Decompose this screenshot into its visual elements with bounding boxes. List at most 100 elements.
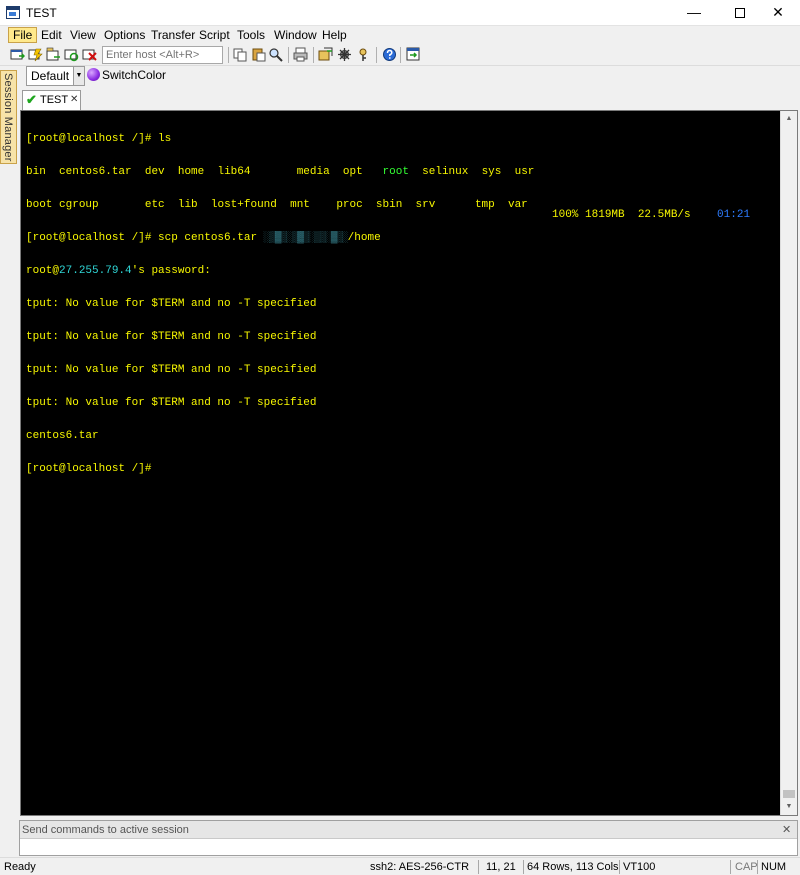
- status-size: 64 Rows, 113 Cols: [527, 861, 619, 873]
- ls-entry: opt: [342, 166, 363, 178]
- ls-entry: tmp: [474, 199, 495, 211]
- transfer-percent: 100%: [552, 209, 579, 221]
- command-text: /home: [347, 232, 381, 244]
- terminal-line: root@27.255.79.4's password:: [26, 266, 534, 277]
- chevron-down-icon[interactable]: ▼: [73, 66, 85, 86]
- terminal-scrollbar[interactable]: ▲ ▼: [780, 111, 797, 815]
- button-bar-select[interactable]: Default: [26, 66, 74, 86]
- ls-entry: sys: [481, 166, 502, 178]
- ls-entry: centos6.tar: [59, 166, 132, 178]
- shell-prompt: [root@localhost /]#: [26, 133, 152, 145]
- scroll-up-arrow-icon[interactable]: ▲: [781, 111, 797, 127]
- connect-in-tab-icon[interactable]: [46, 47, 61, 62]
- status-emulation: VT100: [623, 861, 656, 873]
- status-cap: CAP: [735, 861, 758, 873]
- enter-host-input[interactable]: [102, 46, 223, 64]
- tput-warning: tput: No value for $TERM and no -T speci…: [26, 298, 317, 310]
- minimize-button[interactable]: —: [672, 0, 716, 26]
- menu-transfer[interactable]: Transfer: [147, 27, 199, 43]
- menu-window[interactable]: Window: [270, 27, 321, 43]
- session-options-icon[interactable]: [318, 47, 333, 62]
- title-bar: TEST — ✕: [0, 0, 800, 26]
- menu-script[interactable]: Script: [195, 27, 234, 43]
- paste-icon[interactable]: [251, 47, 266, 62]
- status-cursor: 11, 21: [486, 861, 516, 873]
- command-text: ls: [151, 133, 172, 145]
- transfer-size: 1819MB: [585, 209, 625, 221]
- ls-entry: dev: [144, 166, 165, 178]
- find-icon[interactable]: [268, 47, 283, 62]
- toolbar-separator: [376, 47, 377, 63]
- terminal-line: [root@localhost /]# ls: [26, 134, 534, 145]
- password-host: 27.255.79.4: [59, 265, 132, 277]
- toolbar-separator: [313, 47, 314, 63]
- button-bar: Default ▼ SwitchColor: [20, 66, 800, 88]
- menu-tools[interactable]: Tools: [233, 27, 269, 43]
- ls-entry: cgroup: [59, 199, 99, 211]
- sftp-icon[interactable]: [406, 47, 421, 62]
- switch-color-icon[interactable]: [87, 68, 100, 81]
- shell-prompt: [root@localhost /]#: [26, 463, 152, 475]
- ls-entry: selinux: [422, 166, 469, 178]
- scroll-down-arrow-icon[interactable]: ▼: [781, 799, 797, 815]
- menu-help[interactable]: Help: [318, 27, 351, 43]
- tab-test[interactable]: ✔ TEST ✕: [22, 90, 81, 110]
- disconnect-icon[interactable]: [82, 47, 97, 62]
- scroll-thumb[interactable]: [783, 790, 795, 798]
- close-window-button[interactable]: ✕: [756, 0, 800, 26]
- tput-warning: tput: No value for $TERM and no -T speci…: [26, 397, 317, 409]
- terminal-screen[interactable]: [root@localhost /]# ls bin centos6.tar d…: [20, 110, 798, 816]
- menu-view[interactable]: View: [66, 27, 100, 43]
- copy-icon[interactable]: [233, 47, 248, 62]
- keymap-icon[interactable]: [356, 47, 371, 62]
- status-cipher: ssh2: AES-256-CTR: [370, 861, 470, 873]
- ls-entry: lib64: [217, 166, 251, 178]
- status-bar: Ready ssh2: AES-256-CTR 11, 21 64 Rows, …: [0, 857, 800, 875]
- transfer-filename: centos6.tar: [26, 430, 99, 442]
- command-window-header: Send commands to active session ✕: [20, 821, 797, 839]
- tput-warning: tput: No value for $TERM and no -T speci…: [26, 364, 317, 376]
- print-icon[interactable]: [293, 47, 308, 62]
- toolbar-separator: [228, 47, 229, 63]
- global-options-icon[interactable]: [337, 47, 352, 62]
- tput-warning: tput: No value for $TERM and no -T speci…: [26, 331, 317, 343]
- securecrt-app-icon[interactable]: [6, 6, 20, 19]
- ls-entry: bin: [26, 166, 46, 178]
- session-manager-tab[interactable]: Session Manager: [0, 70, 17, 164]
- ls-entry: home: [177, 166, 205, 178]
- ls-entry: media: [296, 166, 330, 178]
- help-icon[interactable]: [382, 47, 397, 62]
- terminal-line: [root@localhost /]#: [26, 464, 534, 475]
- ls-entry: proc: [336, 199, 363, 211]
- connect-icon[interactable]: [10, 47, 25, 62]
- terminal-line: [root@localhost /]# scp centos6.tar ░▒▓▒…: [26, 233, 534, 244]
- quick-connect-icon[interactable]: [28, 47, 43, 62]
- command-input[interactable]: [20, 839, 797, 855]
- command-text: scp centos6.tar: [151, 232, 264, 244]
- toolbar: [0, 44, 800, 66]
- menu-file[interactable]: File: [8, 27, 38, 43]
- session-manager-label: Session Manager: [2, 73, 14, 162]
- session-tab-strip: ✔ TEST ✕: [20, 90, 800, 110]
- ls-entry: etc: [144, 199, 165, 211]
- connected-check-icon: ✔: [26, 92, 37, 107]
- transfer-time: 01:21: [717, 209, 751, 221]
- menu-bar: File Edit View Options Transfer Script T…: [0, 26, 800, 44]
- ls-entry: boot: [26, 199, 53, 211]
- menu-edit[interactable]: Edit: [37, 27, 66, 43]
- ls-entry: lib: [177, 199, 198, 211]
- switch-color-button[interactable]: SwitchColor: [102, 68, 166, 82]
- tab-close-icon[interactable]: ✕: [70, 94, 78, 106]
- reconnect-icon[interactable]: [64, 47, 79, 62]
- ls-entry: usr: [514, 166, 535, 178]
- tab-label: TEST: [40, 94, 69, 106]
- command-window-close-icon[interactable]: ✕: [782, 823, 791, 836]
- command-window: Send commands to active session ✕: [19, 820, 798, 856]
- terminal-line: boot cgroup etc lib lost+found mnt proc …: [26, 200, 534, 211]
- ls-entry: sbin: [375, 199, 403, 211]
- status-num: NUM: [761, 861, 787, 873]
- status-ready: Ready: [4, 861, 36, 873]
- command-window-label: Send commands to active session: [22, 824, 189, 836]
- password-user: root@: [26, 265, 60, 277]
- menu-options[interactable]: Options: [100, 27, 149, 43]
